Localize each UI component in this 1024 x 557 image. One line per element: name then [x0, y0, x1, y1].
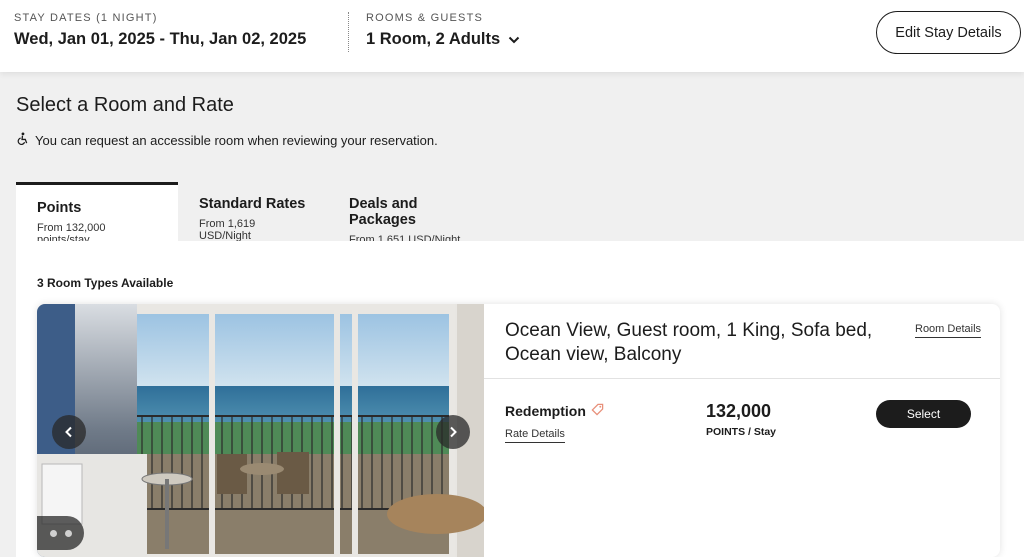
page-title: Select a Room and Rate — [16, 94, 234, 116]
stay-dates[interactable]: STAY DATES (1 NIGHT) Wed, Jan 01, 2025 -… — [14, 12, 306, 49]
pagination-dot[interactable] — [49, 529, 57, 537]
rate-name-text: Redemption — [505, 403, 586, 419]
chevron-down-icon[interactable] — [508, 30, 520, 49]
room-details-link[interactable]: Room Details — [915, 323, 982, 338]
stay-header: STAY DATES (1 NIGHT) Wed, Jan 01, 2025 -… — [0, 0, 1024, 72]
accessibility-note-text: You can request an accessible room when … — [35, 132, 438, 148]
room-types-count: 3 Room Types Available — [37, 276, 174, 290]
rooms-panel: 3 Room Types Available Ocean View, Guest… — [16, 241, 1024, 557]
room-info: Ocean View, Guest room, 1 King, Sofa bed… — [484, 304, 1000, 557]
tab-title: Points — [37, 200, 82, 216]
chevron-left-icon — [65, 426, 72, 438]
room-photo — [37, 304, 484, 557]
tag-icon — [591, 403, 604, 419]
select-room-button[interactable]: Select — [876, 400, 971, 428]
rate-name: Redemption — [505, 403, 604, 419]
tab-standard-rates[interactable]: Standard Rates From 1,619 USD/Night — [178, 182, 328, 242]
tab-subtitle: From 1,619 USD/Night — [199, 218, 256, 242]
tab-points[interactable]: Points From 132,000 points/stay — [16, 182, 178, 246]
points-unit: POINTS / Stay — [706, 426, 777, 438]
rooms-guests-label: ROOMS & GUESTS — [366, 12, 484, 24]
chevron-right-icon — [450, 426, 457, 438]
accessibility-icon — [16, 132, 29, 148]
pagination-dot[interactable] — [64, 529, 72, 537]
points-value: 132,000 — [706, 401, 772, 421]
header-divider — [348, 12, 349, 52]
rooms-guests-selector[interactable]: 1 Room, 2 Adults — [366, 30, 520, 49]
stay-dates-value: Wed, Jan 01, 2025 - Thu, Jan 02, 2025 — [14, 30, 307, 48]
room-photo-image — [37, 304, 484, 557]
photo-pagination[interactable] — [37, 516, 84, 550]
tab-title: Deals and Packages — [349, 196, 418, 228]
photo-prev-button[interactable] — [52, 415, 86, 449]
tab-title: Standard Rates — [199, 196, 306, 212]
room-info-divider — [484, 378, 1000, 379]
photo-next-button[interactable] — [436, 415, 470, 449]
rate-details-link[interactable]: Rate Details — [505, 428, 565, 443]
stay-dates-label: STAY DATES (1 NIGHT) — [14, 12, 158, 24]
accessibility-note: You can request an accessible room when … — [16, 132, 438, 148]
tab-deals-and-packages[interactable]: Deals and Packages From 1,651 USD/Night — [328, 182, 488, 246]
rate-tabs: Points From 132,000 points/stay Standard… — [16, 182, 488, 246]
room-title: Ocean View, Guest room, 1 King, Sofa bed… — [505, 320, 873, 365]
edit-stay-details-button[interactable]: Edit Stay Details — [876, 11, 1021, 54]
rooms-guests-value: 1 Room, 2 Adults — [366, 30, 501, 48]
room-card: Ocean View, Guest room, 1 King, Sofa bed… — [37, 304, 1000, 557]
rooms-guests[interactable]: ROOMS & GUESTS 1 Room, 2 Adults — [366, 12, 520, 49]
